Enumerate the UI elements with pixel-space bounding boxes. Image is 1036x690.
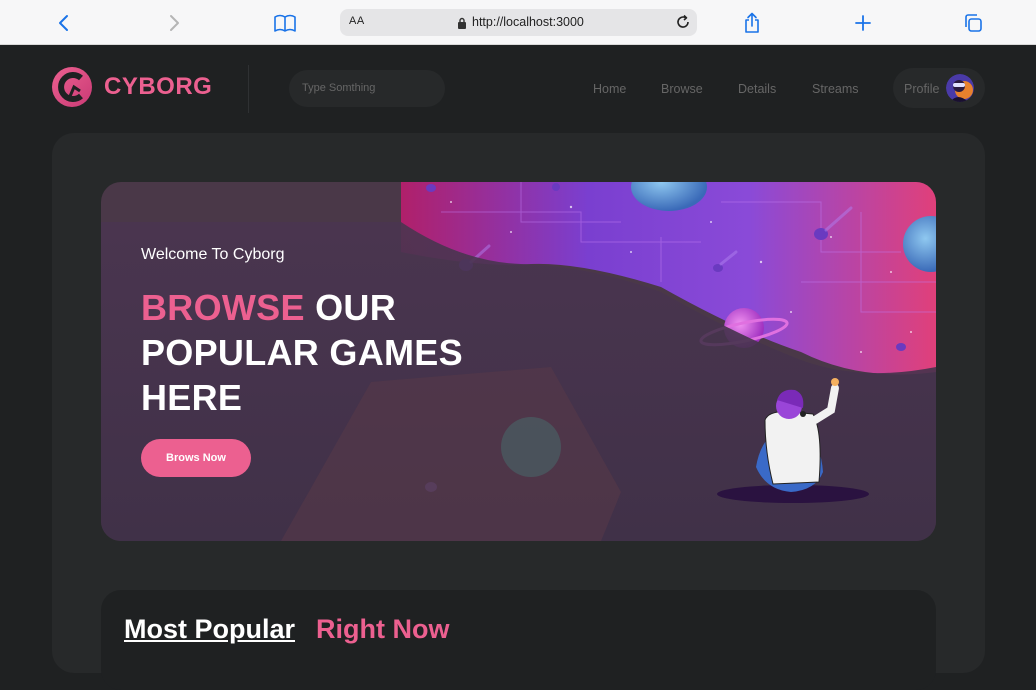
avatar [946,74,974,102]
header-divider [248,65,249,113]
hero-headline: BROWSE OUR POPULAR GAMES HERE [141,285,463,420]
nav-browse[interactable]: Browse [661,82,703,96]
hero-banner: Welcome To Cyborg BROWSE OUR POPULAR GAM… [101,182,936,541]
bookmarks-icon[interactable] [273,11,297,35]
most-popular-section: Most Popular Right Now [101,590,936,690]
share-icon[interactable] [740,11,764,35]
forward-icon[interactable] [162,11,186,35]
browser-toolbar: AA http://localhost:3000 [0,0,1036,45]
brand-name: CYBORG [104,73,213,100]
search-input[interactable]: Type Somthing [289,70,445,107]
headline-highlight: BROWSE [141,287,305,328]
section-title: Most Popular [124,614,296,644]
nav-home[interactable]: Home [593,82,626,96]
app: CYBORG Type Somthing Home Browse Details… [0,45,1036,690]
section-title-highlight: Right Now [316,614,450,644]
new-tab-icon[interactable] [851,11,875,35]
reader-aa-button[interactable]: AA [349,15,365,27]
logo[interactable]: CYBORG [52,67,212,107]
tabs-icon[interactable] [961,11,985,35]
welcome-text: Welcome To Cyborg [141,246,285,263]
address-bar[interactable]: AA http://localhost:3000 [340,9,697,36]
main-panel: Welcome To Cyborg BROWSE OUR POPULAR GAM… [52,133,985,690]
nav-streams[interactable]: Streams [812,82,859,96]
headline-line2: POPULAR GAMES [141,332,463,373]
browse-now-button[interactable]: Brows Now [141,439,251,477]
headline-line1: OUR [315,287,397,328]
profile-label: Profile [904,82,940,96]
reload-icon[interactable] [675,14,691,35]
cyborg-logo-icon [52,67,92,107]
nav-details[interactable]: Details [738,82,776,96]
search-placeholder: Type Somthing [302,82,376,94]
lock-icon [457,16,467,34]
profile-button[interactable]: Profile [893,68,985,108]
back-icon[interactable] [52,11,76,35]
url-text: http://localhost:3000 [472,15,584,29]
headline-line3: HERE [141,377,243,418]
